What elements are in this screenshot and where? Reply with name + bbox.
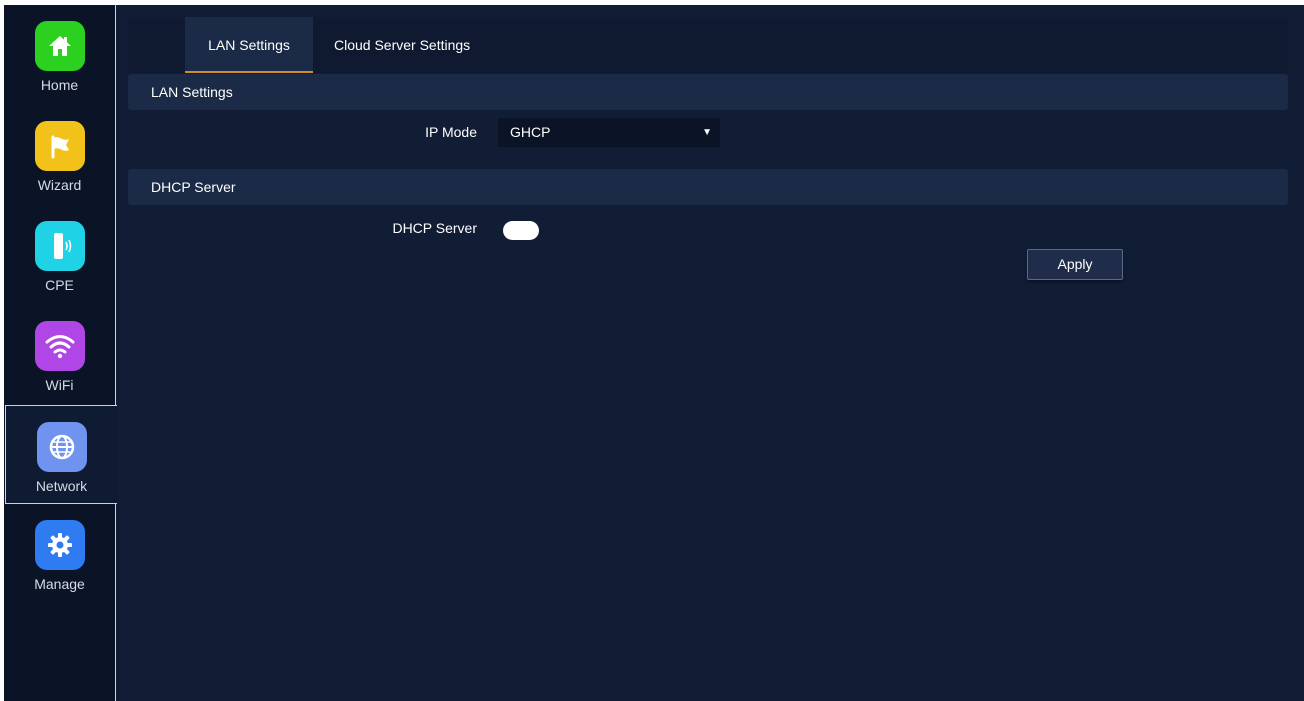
dhcp-server-label: DHCP Server bbox=[392, 220, 477, 236]
sidebar-item-label: WiFi bbox=[45, 377, 74, 393]
tab-lan-settings[interactable]: LAN Settings bbox=[185, 17, 313, 73]
tab-bar: LAN Settings Cloud Server Settings bbox=[128, 17, 1288, 73]
ip-mode-select[interactable]: GHCP ▼ bbox=[498, 118, 720, 147]
sidebar-item-manage[interactable]: Manage bbox=[4, 504, 115, 602]
section-header-lan-settings: LAN Settings bbox=[128, 74, 1288, 110]
section-title: LAN Settings bbox=[151, 84, 233, 100]
wifi-icon bbox=[35, 321, 85, 371]
gear-icon bbox=[35, 520, 85, 570]
sidebar-item-label: Wizard bbox=[37, 177, 82, 193]
sidebar-item-wifi[interactable]: WiFi bbox=[4, 305, 115, 403]
apply-button[interactable]: Apply bbox=[1027, 249, 1123, 280]
cpe-icon bbox=[35, 221, 85, 271]
ip-mode-label: IP Mode bbox=[425, 124, 477, 140]
sidebar-item-label: Home bbox=[40, 77, 79, 93]
sidebar-item-network[interactable]: Network bbox=[5, 405, 118, 504]
sidebar-item-label: Manage bbox=[34, 576, 85, 592]
sidebar-item-label: CPE bbox=[45, 277, 74, 293]
section-header-dhcp-server: DHCP Server bbox=[128, 169, 1288, 205]
tab-cloud-server-settings[interactable]: Cloud Server Settings bbox=[334, 17, 470, 73]
sidebar-item-cpe[interactable]: CPE bbox=[4, 205, 115, 303]
main-content: LAN Settings Cloud Server Settings LAN S… bbox=[116, 5, 1304, 701]
dhcp-server-toggle[interactable] bbox=[503, 221, 539, 240]
section-title: DHCP Server bbox=[151, 179, 236, 195]
ip-mode-value: GHCP bbox=[510, 124, 551, 140]
chevron-down-icon: ▼ bbox=[702, 127, 712, 138]
globe-icon bbox=[37, 422, 87, 472]
sidebar-item-home[interactable]: Home bbox=[4, 5, 115, 103]
sidebar-item-wizard[interactable]: Wizard bbox=[4, 105, 115, 203]
flag-icon bbox=[35, 121, 85, 171]
sidebar-item-label: Network bbox=[35, 478, 88, 494]
sidebar: Home Wizard CPE WiFi Network Manage bbox=[4, 5, 118, 701]
app-frame: Home Wizard CPE WiFi Network Manage LAN … bbox=[4, 5, 1304, 701]
home-icon bbox=[35, 21, 85, 71]
